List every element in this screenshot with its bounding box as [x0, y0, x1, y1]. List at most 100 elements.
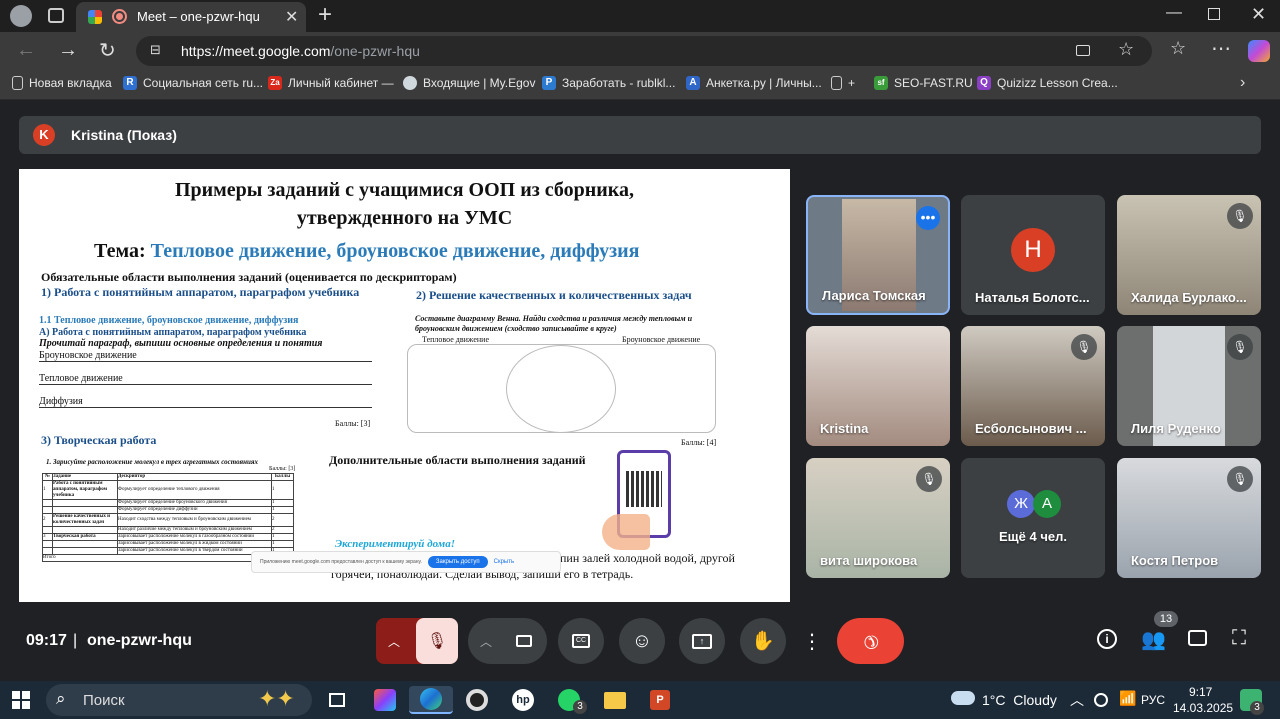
- line-thermal-label: Тепловое движение: [39, 373, 123, 384]
- windows-taskbar: ⌕ Поиск ✦✦ hp 3 P 1°C Cloudy ︿ 📶 РУС 9:1…: [0, 681, 1280, 719]
- meeting-divider: |: [73, 632, 78, 649]
- presenter-bar: K Kristina (Показ): [19, 116, 1261, 154]
- participant-tile[interactable]: Ж А Ещё 4 чел.: [961, 458, 1105, 578]
- bookmark-item[interactable]: Q Quizizz Lesson Crea...: [977, 76, 1118, 90]
- meeting-code: one-pzwr-hqu: [87, 632, 192, 649]
- camera-toggle-button[interactable]: ︿: [468, 618, 547, 664]
- language-indicator[interactable]: РУС: [1141, 693, 1165, 707]
- tab-close-icon[interactable]: ✕: [285, 7, 298, 27]
- hide-button[interactable]: Скрыть: [494, 559, 514, 565]
- close-window-button[interactable]: ✕: [1251, 4, 1266, 25]
- meeting-info-icon[interactable]: i: [1097, 629, 1117, 649]
- people-icon[interactable]: 👥: [1141, 627, 1166, 652]
- table-cell: [42, 540, 53, 548]
- minimize-button[interactable]: —: [1166, 4, 1182, 22]
- reactions-button[interactable]: ☺: [619, 618, 665, 664]
- mic-off-icon: 🎙: [1227, 334, 1253, 360]
- chat-icon[interactable]: [1188, 630, 1207, 646]
- activities-icon[interactable]: ⛶: [1232, 627, 1246, 650]
- tray-chevron-icon[interactable]: ︿: [1070, 690, 1084, 710]
- bookmark-item[interactable]: A Анкетка.ру | Личны...: [686, 76, 822, 90]
- task-view-icon[interactable]: [321, 686, 353, 714]
- slide-title-line2: утвержденного на УМС: [296, 207, 513, 229]
- more-options-button[interactable]: ⋮: [800, 618, 824, 664]
- table-cell: [52, 499, 118, 507]
- profile-avatar[interactable]: [10, 5, 32, 27]
- bookmark-favicon: Q: [977, 76, 991, 90]
- experiment-text1: пин залей холодной водой, другой: [560, 551, 735, 565]
- participant-tile[interactable]: 🎙 Костя Петров: [1117, 458, 1261, 578]
- camera-app-icon[interactable]: [461, 686, 493, 714]
- hp-icon[interactable]: hp: [507, 686, 539, 714]
- forward-icon[interactable]: →: [58, 39, 78, 62]
- required-areas: Обязательные области выполнения заданий …: [41, 270, 457, 284]
- table-cell: 1: [271, 533, 294, 541]
- taskbar-search-box[interactable]: ⌕ Поиск ✦✦: [46, 684, 312, 716]
- table-cell: [52, 526, 118, 534]
- participant-tile[interactable]: Н Наталья Болотс...: [961, 195, 1105, 315]
- edge-icon[interactable]: [409, 686, 453, 714]
- maximize-button[interactable]: [1208, 8, 1220, 20]
- present-button[interactable]: ↑: [679, 618, 725, 664]
- back-icon[interactable]: ←: [16, 39, 36, 62]
- tab-meet[interactable]: Meet – one-pzwr-hqu ✕: [76, 2, 306, 32]
- favorites-icon[interactable]: ☆: [1170, 38, 1186, 59]
- bookmark-item[interactable]: Za Личный кабинет —: [268, 76, 394, 90]
- participant-tile[interactable]: 🎙 Есболсынович ...: [961, 326, 1105, 446]
- table-cell: 2: [271, 526, 294, 534]
- new-tab-button[interactable]: +: [318, 1, 332, 29]
- page-icon: [12, 76, 23, 90]
- clock-date[interactable]: 14.03.2025: [1173, 701, 1233, 715]
- bookmark-item[interactable]: +: [831, 76, 855, 90]
- participant-tile[interactable]: 🎙 Халида Бурлако...: [1117, 195, 1261, 315]
- table-cell: 1: [271, 540, 294, 548]
- clock-time[interactable]: 9:17: [1189, 685, 1212, 699]
- bookmark-item[interactable]: Новая вкладка: [12, 76, 112, 90]
- address-field[interactable]: ⊟ https://meet.google.com/one-pzwr-hqu ☆: [136, 36, 1152, 66]
- windows-start-icon[interactable]: [12, 691, 30, 709]
- bookmark-label: Заработать - rublkl...: [562, 76, 676, 90]
- mic-toggle-button[interactable]: ︿ 🎙: [376, 618, 458, 664]
- bookmark-item[interactable]: P Заработать - rublkl...: [542, 76, 675, 90]
- table-cell: [42, 547, 53, 555]
- favorite-star-icon[interactable]: ☆: [1118, 39, 1134, 60]
- bookmark-item[interactable]: R Социальная сеть ru...: [123, 76, 263, 90]
- leave-call-button[interactable]: ✆: [837, 618, 904, 664]
- site-info-icon[interactable]: ⊟: [150, 42, 161, 58]
- weather-text[interactable]: 1°C Cloudy: [982, 692, 1057, 708]
- powerpoint-icon[interactable]: P: [644, 686, 676, 714]
- stop-sharing-button[interactable]: Закрыть доступ: [427, 556, 488, 568]
- camera-permission-icon[interactable]: [1076, 45, 1090, 56]
- notice-text: Приложению meet.google.com предоставлен …: [260, 559, 422, 565]
- captions-button[interactable]: CC: [558, 618, 604, 664]
- chevron-up-icon[interactable]: ︿: [388, 633, 400, 650]
- table-cell: 2: [271, 513, 294, 527]
- file-explorer-icon[interactable]: [599, 686, 631, 714]
- mic-off-icon: 🎙: [1071, 334, 1097, 360]
- app-icon[interactable]: [369, 686, 401, 714]
- participant-tile[interactable]: ••• Лариса Томская: [806, 195, 950, 315]
- copilot-icon[interactable]: [1248, 40, 1270, 62]
- raise-hand-button[interactable]: ✋: [740, 618, 786, 664]
- chevron-right-icon[interactable]: ›: [1240, 74, 1245, 92]
- table-cell: Зарисовывает расположение молекул в твер…: [117, 547, 272, 555]
- participant-name: Есболсынович ...: [975, 421, 1087, 436]
- participant-tile[interactable]: Kristina: [806, 326, 950, 446]
- table-row: Находит различие между тепловым и броуно…: [42, 526, 294, 534]
- slide-theme: Тема: Тепловое движение, броуновское дви…: [94, 240, 639, 263]
- participant-tile[interactable]: 🎙 вита широкова: [806, 458, 950, 578]
- search-icon: ⌕: [56, 689, 66, 708]
- bookmark-item[interactable]: Входящие | My.Egov: [403, 76, 535, 90]
- sub-11: 1.1 Тепловое движение, броуновское движе…: [39, 315, 299, 326]
- theme-text: Тепловое движение, броуновское движение,…: [150, 240, 640, 262]
- participant-tile[interactable]: 🎙 Лиля Руденко: [1117, 326, 1261, 446]
- network-icon[interactable]: 📶: [1119, 690, 1136, 707]
- reload-icon[interactable]: ↻: [99, 38, 116, 63]
- chevron-up-icon[interactable]: ︿: [480, 633, 492, 650]
- tab-actions-icon[interactable]: [48, 8, 64, 23]
- bookmark-item[interactable]: sf SEO-FAST.RU: [874, 76, 973, 90]
- table-cell: Находит сходства между тепловым и броуно…: [117, 513, 272, 527]
- line-diffusion-label: Диффузия: [39, 396, 83, 407]
- url-text: https://meet.google.com/one-pzwr-hqu: [181, 43, 420, 59]
- more-menu-icon[interactable]: ⋯: [1211, 36, 1231, 61]
